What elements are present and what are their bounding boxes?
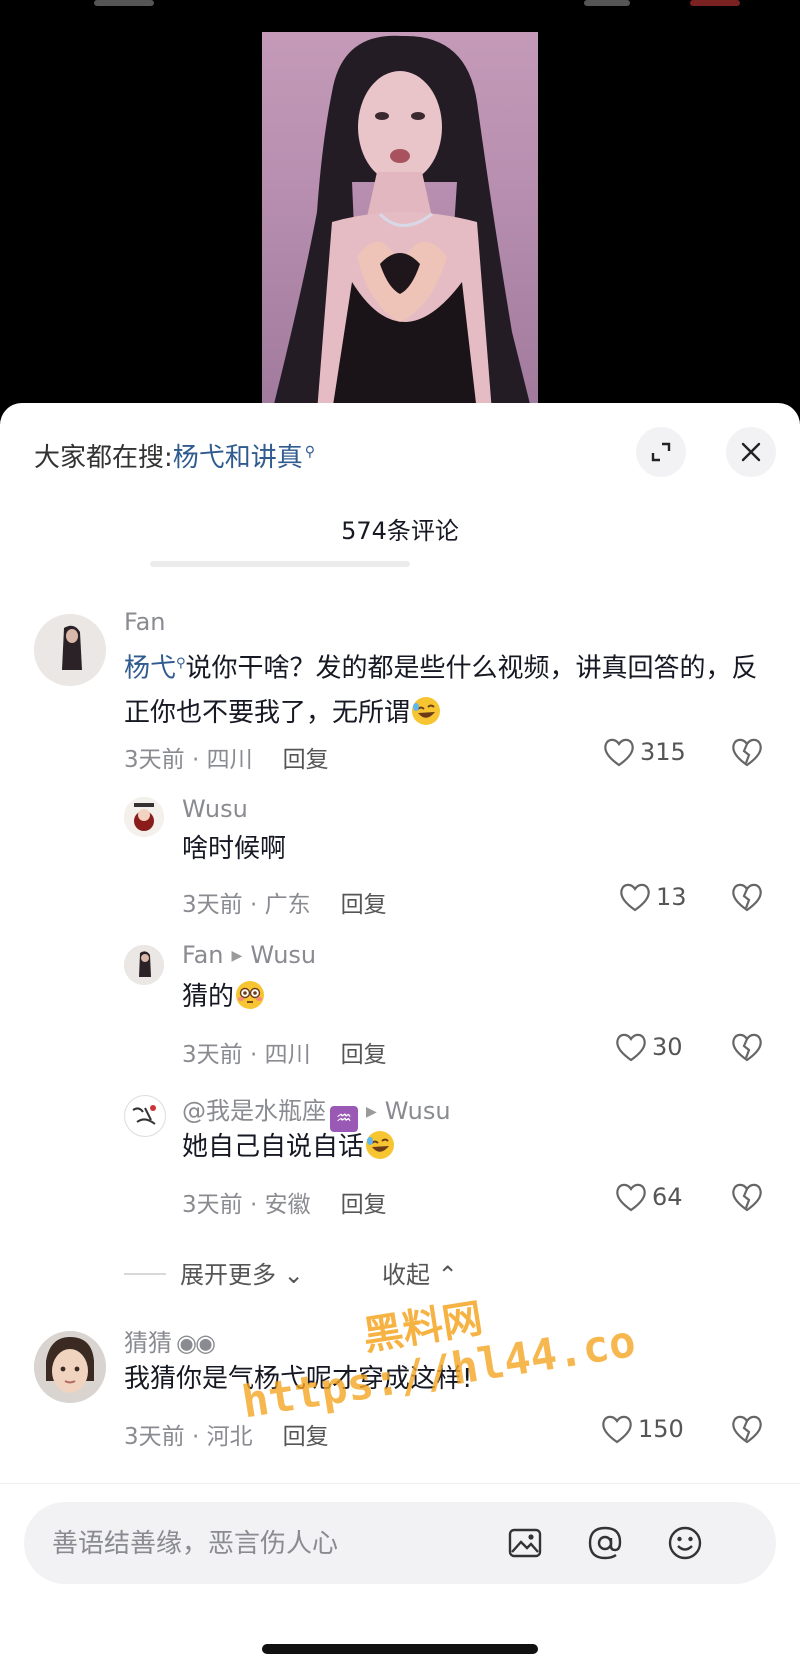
reply-username: Fan ▶ Wusu (182, 941, 316, 969)
dislike-heart-icon[interactable] (730, 1413, 764, 1445)
trending-search-hint[interactable]: 大家都在搜:杨弋和讲真 ⚲ (34, 437, 315, 474)
video-player[interactable] (0, 0, 800, 420)
comment-time-location: 3天前 · 河北 (124, 1424, 253, 1450)
status-bar-signal (584, 0, 630, 6)
avatar-image (34, 1331, 106, 1403)
expand-button[interactable] (636, 427, 686, 477)
reply-to-arrow-icon: ▶ (366, 1104, 377, 1120)
reply-author[interactable]: Fan (182, 941, 224, 969)
like-button[interactable]: 30 (614, 1031, 683, 1063)
reply-username[interactable]: Wusu (182, 795, 248, 823)
comment-text: 杨弋⚲说你干啥？发的都是些什么视频，讲真回答的，反正你也不要我了，无所谓 (124, 642, 764, 735)
thread-divider (124, 1273, 166, 1275)
collapse-button[interactable]: 收起 ⌃ (382, 1255, 458, 1290)
avatar[interactable] (34, 1331, 106, 1403)
dislike-heart-icon[interactable] (730, 881, 764, 913)
expand-more-button[interactable]: 展开更多 ⌄ (180, 1255, 304, 1290)
reply-time-location: 3天前 · 四川 (182, 1042, 311, 1068)
at-icon[interactable] (584, 1522, 626, 1564)
reply-meta: 3天前 · 四川 回复 (182, 1035, 387, 1069)
chevron-down-icon: ⌄ (283, 1261, 304, 1289)
input-divider (0, 1483, 800, 1484)
reply-button[interactable]: 回复 (283, 747, 329, 773)
avatar-image (34, 614, 106, 686)
comment-meta: 3天前 · 河北 回复 (124, 1417, 329, 1451)
reply-button[interactable]: 回复 (341, 1042, 387, 1068)
eyes-emoji: ◉◉ (176, 1329, 216, 1357)
reply-meta: 3天前 · 广东 回复 (182, 885, 387, 919)
status-bar-battery (690, 0, 740, 6)
reply-body: 猜的 (182, 982, 235, 1012)
comment-sheet: 大家都在搜:杨弋和讲真 ⚲ 574条评论 Fan 杨弋⚲说你干啥？发的都是些什么视… (0, 403, 800, 1667)
heart-icon (616, 1033, 646, 1062)
reply-author[interactable]: @我是水瓶座 (182, 1097, 326, 1125)
rolling-laughing-emoji (366, 1131, 395, 1159)
avatar[interactable] (124, 945, 164, 985)
chevron-up-icon: ⌃ (437, 1261, 458, 1289)
heart-icon (620, 883, 650, 912)
like-count: 13 (656, 883, 687, 911)
reply-meta: 3天前 · 安徽 回复 (182, 1185, 387, 1219)
reply-text: 啥时候啊 (182, 834, 287, 864)
heart-icon (602, 1415, 632, 1444)
heart-icon (616, 1183, 646, 1212)
like-button[interactable]: 13 (618, 881, 687, 913)
reply-body: 她自己自说自话 (182, 1132, 365, 1162)
reply-target[interactable]: Wusu (385, 1097, 451, 1125)
dislike-heart-icon[interactable] (730, 1181, 764, 1213)
avatar[interactable] (34, 614, 106, 686)
close-icon (741, 442, 761, 462)
dislike-heart-icon[interactable] (730, 736, 764, 768)
reply-to-arrow-icon: ▶ (231, 948, 243, 964)
reply-time-location: 3天前 · 广东 (182, 892, 311, 918)
reply-target[interactable]: Wusu (250, 941, 316, 969)
watermark-title: 黑料网 (360, 1295, 486, 1360)
mention-link[interactable]: 杨弋 (124, 654, 176, 684)
video-thumbnail[interactable] (262, 32, 538, 412)
thread-controls: 展开更多 ⌄ 收起 ⌃ (0, 1253, 800, 1293)
comment-meta: 3天前 · 四川 回复 (124, 740, 329, 774)
like-button[interactable]: 64 (614, 1181, 683, 1213)
reply-text: 她自己自说自话 (182, 1125, 762, 1169)
avatar[interactable] (124, 797, 164, 837)
expand-icon (651, 442, 671, 462)
dislike-heart-icon[interactable] (730, 1031, 764, 1063)
home-indicator[interactable] (262, 1644, 538, 1654)
rolling-laughing-emoji (412, 696, 441, 725)
avatar[interactable] (124, 1095, 166, 1137)
comment-username: 猜猜 ◉◉ (124, 1329, 216, 1357)
image-icon[interactable] (504, 1522, 546, 1564)
like-count: 64 (652, 1183, 683, 1211)
status-bar-time (94, 0, 154, 6)
avatar-image (124, 797, 164, 837)
video-person-illustration (272, 35, 532, 412)
small-search-icon: ⚲ (176, 656, 186, 671)
comment-input-bar (24, 1502, 776, 1586)
avatar-image (124, 945, 164, 985)
comment-input[interactable] (50, 1502, 534, 1586)
like-count: 30 (652, 1033, 683, 1061)
like-count: 150 (638, 1415, 684, 1443)
reply-button[interactable]: 回复 (341, 892, 387, 918)
flushed-face-emoji (236, 981, 265, 1009)
reply-text: 猜的 (182, 975, 762, 1019)
avatar-image (125, 1096, 165, 1136)
emoji-icon[interactable] (664, 1522, 706, 1564)
faded-previous-content (150, 561, 410, 567)
comment-time-location: 3天前 · 四川 (124, 747, 253, 773)
search-hint-prefix: 大家都在搜: (34, 443, 173, 473)
search-hint-term[interactable]: 杨弋和讲真 (173, 443, 303, 473)
like-button[interactable]: 315 (602, 736, 686, 768)
comment-username[interactable]: Fan (124, 608, 166, 636)
reply-time-location: 3天前 · 安徽 (182, 1192, 311, 1218)
close-button[interactable] (726, 427, 776, 477)
comment-count-title: 574条评论 (341, 517, 459, 545)
comment-text: 我猜你是气杨弋呢才穿成这样! (124, 1364, 473, 1394)
reply-button[interactable]: 回复 (341, 1192, 387, 1218)
small-search-icon: ⚲ (304, 444, 316, 461)
like-count: 315 (640, 738, 686, 766)
reply-button[interactable]: 回复 (283, 1424, 329, 1450)
like-button[interactable]: 150 (600, 1413, 684, 1445)
heart-icon (604, 738, 634, 767)
